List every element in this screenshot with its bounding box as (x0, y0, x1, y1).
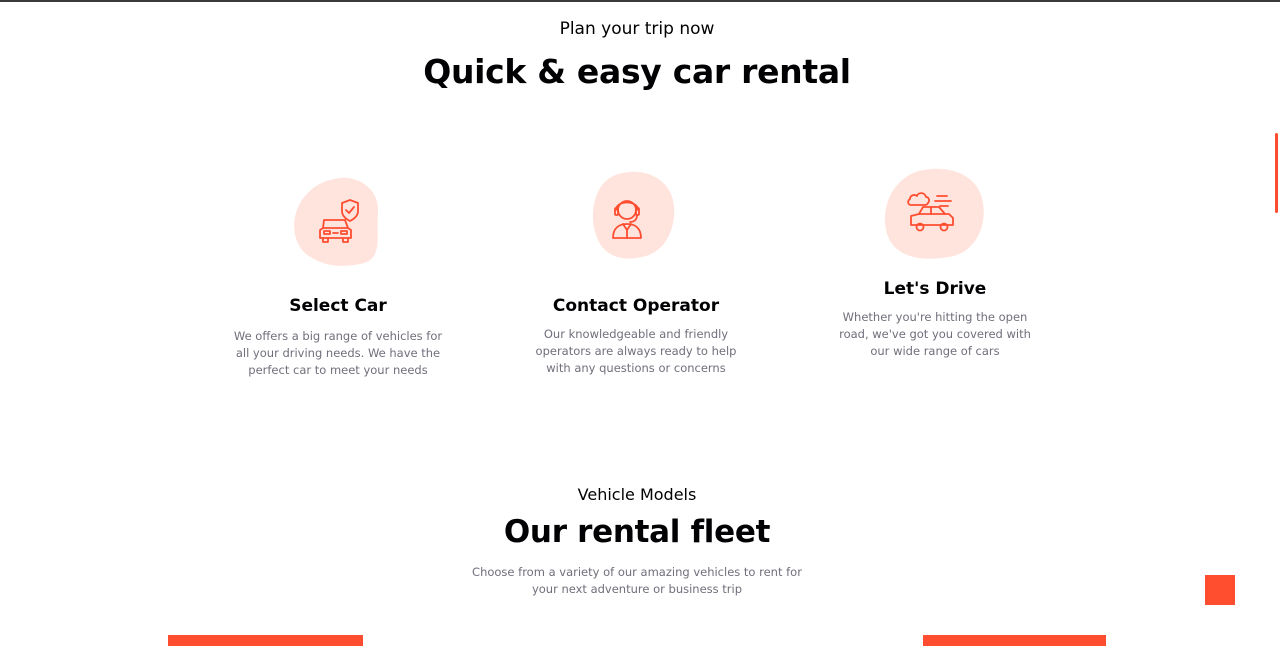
card-title: Let's Drive (883, 279, 987, 299)
plan-section-heading: Quick & easy car rental (423, 52, 851, 91)
feature-card-contact-operator: Contact Operator Our knowledgeable and f… (506, 170, 766, 377)
fleet-reserve-button[interactable] (923, 635, 1106, 646)
icon-blob (288, 174, 388, 274)
fleet-tab-button[interactable] (168, 635, 363, 646)
plan-section-eyebrow: Plan your trip now (559, 19, 715, 39)
card-description: Whether you're hitting the open road, we… (839, 310, 1031, 358)
icon-blob (586, 170, 686, 270)
driving-car-icon (907, 192, 954, 232)
card-title: Select Car (289, 296, 387, 316)
scrollbar-thumb[interactable] (1275, 133, 1278, 213)
car-shield-icon (319, 199, 359, 243)
icon-blob (883, 167, 987, 261)
feature-card-select-car: Select Car We offers a big range of vehi… (208, 174, 468, 379)
card-description: Our knowledgeable and friendly operators… (535, 327, 737, 375)
card-title: Contact Operator (552, 296, 720, 316)
card-description: We offers a big range of vehicles for al… (233, 329, 443, 377)
fleet-section-eyebrow: Vehicle Models (577, 485, 697, 504)
fleet-section-description: Choose from a variety of our amazing veh… (472, 565, 802, 596)
feature-card-lets-drive: Let's Drive Whether you're hitting the o… (805, 167, 1065, 360)
operator-headset-icon (612, 200, 642, 239)
fleet-section-heading: Our rental fleet (503, 514, 771, 550)
back-to-top-button[interactable] (1205, 575, 1235, 605)
